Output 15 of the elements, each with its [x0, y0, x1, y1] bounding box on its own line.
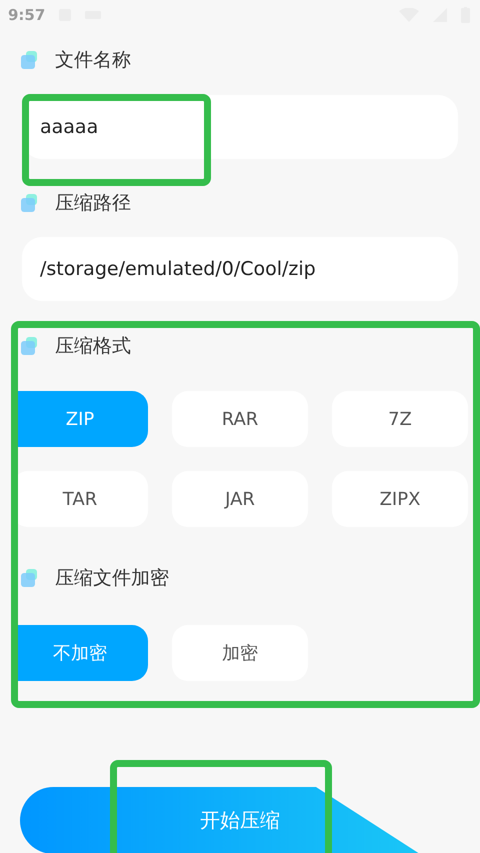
squares-icon	[20, 336, 40, 356]
squares-icon	[20, 193, 40, 213]
squares-icon	[20, 568, 40, 588]
encryption-option[interactable]: 加密	[172, 625, 308, 681]
section-title: 压缩路径	[55, 191, 131, 216]
path-field[interactable]: /storage/emulated/0/Cool/zip	[22, 237, 458, 301]
status-time: 9:57	[8, 6, 46, 24]
format-option[interactable]: JAR	[172, 471, 308, 527]
format-option[interactable]: RAR	[172, 391, 308, 447]
section-title: 文件名称	[55, 48, 131, 73]
format-option[interactable]: ZIPX	[332, 471, 468, 527]
squares-icon	[20, 50, 40, 70]
format-option[interactable]: 7Z	[332, 391, 468, 447]
section-title: 压缩文件加密	[55, 566, 169, 591]
section-title: 压缩格式	[55, 334, 131, 359]
